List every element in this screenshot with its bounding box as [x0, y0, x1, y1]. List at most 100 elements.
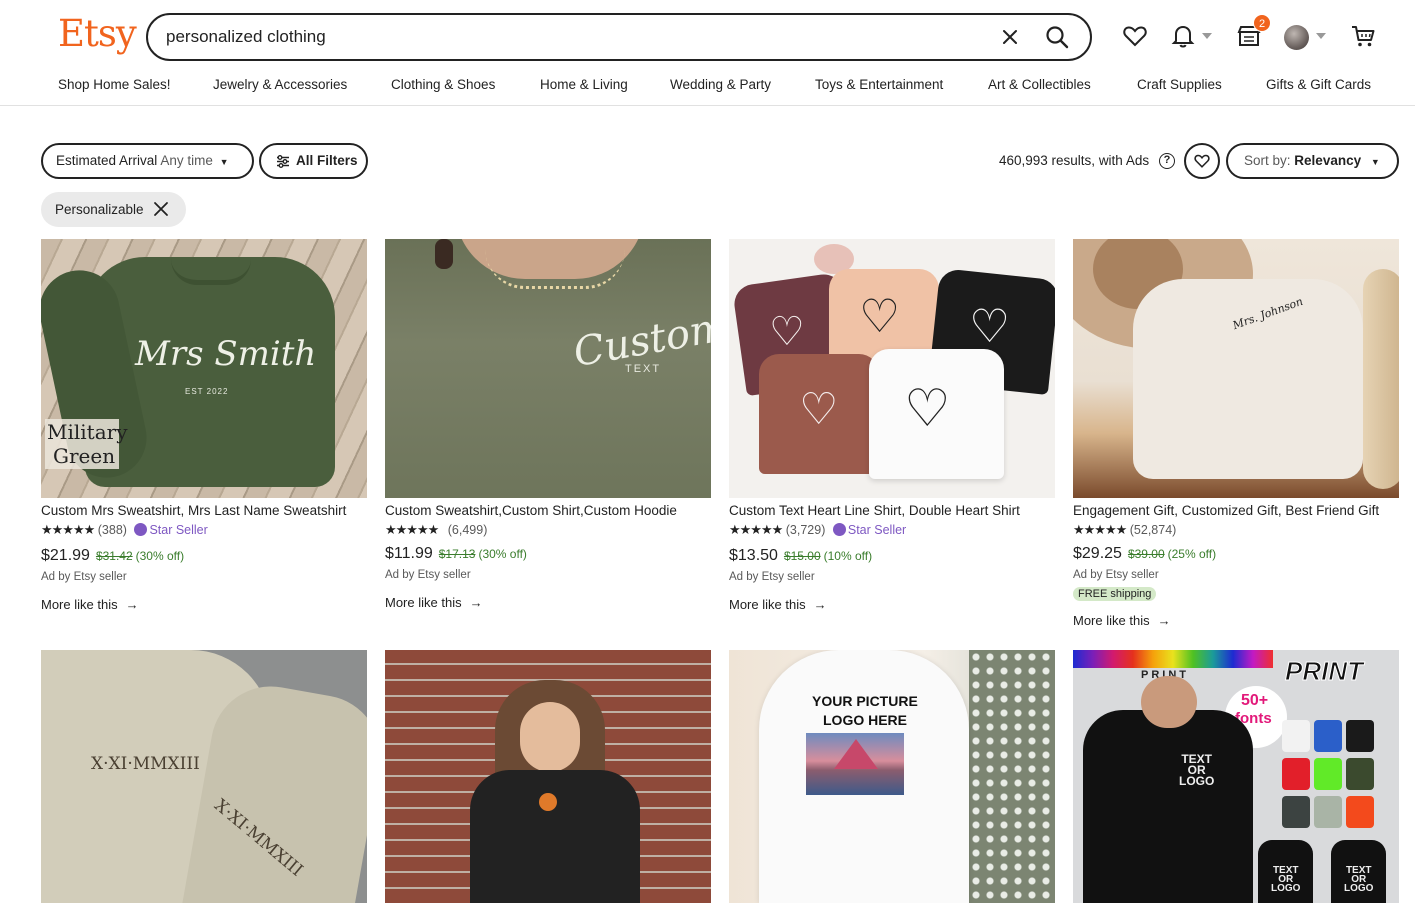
original-price: $17.13 [438, 547, 476, 561]
sale-price: $13.50 [729, 547, 778, 564]
favorites-heart-icon[interactable] [1121, 22, 1149, 50]
product-card[interactable]: ♡ ♡ ♡ ♡ ♡ Custom Text Heart Line Shirt, … [729, 239, 1056, 619]
nav-item-toys[interactable]: Toys & Entertainment [815, 77, 943, 92]
product-image[interactable]: YOUR PICTURE LOGO HERE [729, 650, 1055, 903]
filter-sliders-icon [277, 155, 289, 168]
original-price: $31.42 [95, 549, 133, 563]
star-seller-badge-icon [832, 523, 846, 536]
nav-item-shop-home-sales[interactable]: Shop Home Sales! [58, 77, 171, 92]
sort-dropdown[interactable]: Sort by: Relevancy ▼ [1226, 143, 1399, 179]
image-text: YOUR PICTURE [812, 693, 918, 709]
product-price-row: $11.99 $17.13 (30% off) [385, 545, 527, 563]
discount: (25% off) [1167, 547, 1217, 561]
account-caret-icon[interactable] [1316, 33, 1326, 39]
ad-label: Ad by Etsy seller [41, 571, 127, 583]
arrival-value: Any time [160, 153, 213, 168]
product-rating: ★★★★★ (6,499) [385, 522, 487, 538]
arrow-right-icon: → [1157, 613, 1171, 628]
product-card[interactable] [385, 650, 712, 903]
nav-item-art[interactable]: Art & Collectibles [988, 77, 1091, 92]
sort-label: Sort by: [1244, 153, 1291, 168]
notifications-bell-icon[interactable] [1169, 22, 1197, 50]
product-rating: ★★★★★ (388) Star Seller [41, 522, 208, 538]
search-bar[interactable] [146, 13, 1092, 61]
discount: (30% off) [478, 547, 527, 561]
category-nav: Shop Home Sales! Jewelry & Accessories C… [0, 77, 1415, 97]
product-title[interactable]: Custom Sweatshirt,Custom Shirt,Custom Ho… [385, 503, 711, 518]
more-like-this-link[interactable]: More like this → [1073, 613, 1171, 628]
product-image[interactable]: Mrs Smith EST 2022 Military Green [41, 239, 367, 498]
filter-chip-personalizable[interactable]: Personalizable [41, 192, 186, 227]
nav-item-wedding-party[interactable]: Wedding & Party [670, 77, 771, 92]
product-card[interactable]: Mrs Smith EST 2022 Military Green Custom… [41, 239, 368, 619]
free-shipping-badge: FREE shipping [1073, 587, 1157, 601]
clear-search-icon[interactable] [1000, 27, 1020, 47]
nav-item-gifts[interactable]: Gifts & Gift Cards [1266, 77, 1371, 92]
image-text: TEXT [625, 363, 662, 375]
product-image[interactable] [385, 650, 711, 903]
remove-filter-close-icon[interactable] [153, 201, 169, 217]
product-image[interactable]: Custom TEXT [385, 239, 711, 498]
help-question-icon[interactable]: ? [1159, 153, 1175, 169]
more-like-this-link[interactable]: More like this → [41, 597, 139, 612]
all-filters-button[interactable]: All Filters [259, 143, 368, 179]
nav-item-craft-supplies[interactable]: Craft Supplies [1137, 77, 1222, 92]
heart-graphic-icon: ♡ [969, 300, 1011, 352]
heart-graphic-icon: ♡ [799, 385, 839, 434]
image-text: Mrs Smith [135, 334, 317, 374]
product-image[interactable]: ♡ ♡ ♡ ♡ ♡ [729, 239, 1055, 498]
star-seller-badge-icon [134, 523, 148, 536]
search-input[interactable] [166, 25, 986, 49]
original-price: $39.00 [1127, 547, 1165, 561]
original-price: $15.00 [783, 549, 821, 563]
all-filters-label: All Filters [296, 153, 358, 168]
arrow-right-icon: → [469, 595, 483, 610]
cart-icon[interactable] [1349, 22, 1377, 50]
star-rating-icon: ★★★★★ [1073, 522, 1127, 537]
estimated-arrival-dropdown[interactable]: Estimated Arrival Any time ▼ [41, 143, 254, 179]
more-like-this-link[interactable]: More like this → [729, 597, 827, 612]
chevron-down-icon: ▼ [1370, 157, 1380, 167]
etsy-logo[interactable]: Etsy [58, 12, 137, 55]
discount: (10% off) [823, 549, 873, 563]
chevron-down-icon: ▼ [219, 157, 229, 167]
product-card[interactable]: PRINT PRINT 50+ fonts TEXT OR LOGO TEXT OR L… [1073, 650, 1400, 903]
product-price-row: $13.50 $15.00 (10% off) [729, 547, 872, 565]
product-card[interactable]: Custom TEXT Custom Sweatshirt,Custom Shi… [385, 239, 712, 619]
image-text: LOGO [1271, 883, 1301, 894]
product-card[interactable]: YOUR PICTURE LOGO HERE [729, 650, 1056, 903]
product-title[interactable]: Engagement Gift, Customized Gift, Best F… [1073, 503, 1399, 518]
more-like-this-link[interactable]: More like this → [385, 595, 483, 610]
nav-item-jewelry[interactable]: Jewelry & Accessories [213, 77, 347, 92]
product-card[interactable]: X·XI·MMXIII X·XI·MMXIII [41, 650, 368, 903]
product-image[interactable]: Mrs. Johnson [1073, 239, 1399, 498]
search-icon[interactable] [1044, 24, 1070, 50]
product-image[interactable]: X·XI·MMXIII X·XI·MMXIII [41, 650, 367, 903]
product-image[interactable]: PRINT PRINT 50+ fonts TEXT OR LOGO TEXT OR L… [1073, 650, 1399, 903]
image-text: 50+ [1241, 692, 1269, 709]
image-text: TEXT OR LOGO [1344, 866, 1374, 894]
product-card[interactable]: Mrs. Johnson Engagement Gift, Customized… [1073, 239, 1400, 639]
product-price-row: $29.25 $39.00 (25% off) [1073, 545, 1216, 563]
review-count: (3,729) [785, 523, 826, 537]
basketball-logo-icon [539, 793, 557, 811]
star-rating-icon: ★★★★★ [385, 522, 439, 537]
save-search-button[interactable] [1184, 143, 1220, 179]
sort-value: Relevancy [1294, 153, 1362, 168]
image-text: LOGO [1344, 883, 1374, 894]
review-count: (6,499) [447, 523, 488, 537]
nav-item-home-living[interactable]: Home & Living [540, 77, 628, 92]
review-count: (52,874) [1129, 523, 1177, 537]
image-text: X·XI·MMXIII [91, 754, 200, 774]
product-title[interactable]: Custom Text Heart Line Shirt, Double Hea… [729, 503, 1055, 518]
arrow-right-icon: → [125, 597, 139, 612]
nav-item-clothing[interactable]: Clothing & Shoes [391, 77, 495, 92]
sale-price: $11.99 [385, 545, 433, 562]
site-header: Etsy 2 Shop Home Sales! Jewelry & Access… [0, 0, 1415, 106]
user-avatar[interactable] [1284, 25, 1309, 50]
product-price-row: $21.99 $31.42 (30% off) [41, 547, 184, 565]
product-title[interactable]: Custom Mrs Sweatshirt, Mrs Last Name Swe… [41, 503, 367, 518]
more-like-this-label: More like this [729, 597, 806, 612]
notifications-caret-icon[interactable] [1202, 33, 1212, 39]
arrival-label: Estimated Arrival [56, 153, 158, 168]
